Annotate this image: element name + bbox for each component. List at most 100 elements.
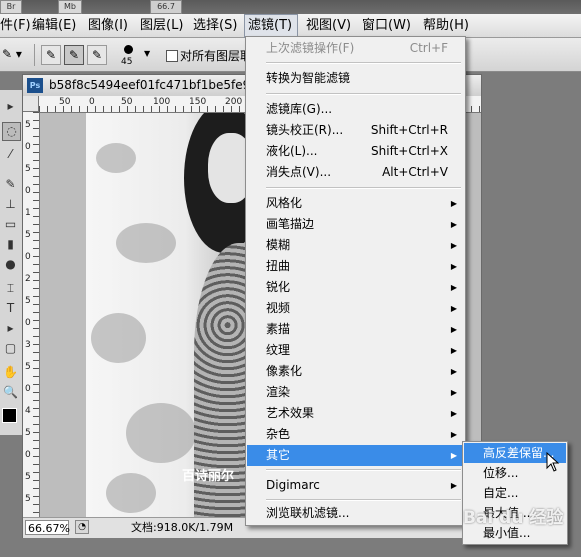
eyedropper-tool-icon[interactable]: ⁄	[2, 146, 19, 163]
convert-smart-filter-item[interactable]: 转换为智能滤镜	[247, 68, 464, 89]
brush-tool-icon[interactable]: ✎	[2, 176, 19, 193]
ruler-label: 0	[25, 142, 31, 152]
menu-select[interactable]: 选择(S)	[193, 14, 237, 38]
ruler-label: 5	[25, 230, 31, 240]
eraser-tool-icon[interactable]: ▭	[2, 216, 19, 233]
filter-menu: 上次滤镜操作(F) Ctrl+F 转换为智能滤镜 滤镜库(G)... 镜头校正(…	[245, 36, 466, 526]
ruler-label: 5	[25, 494, 31, 504]
foliage-shape	[106, 473, 156, 513]
sharpen-item[interactable]: 锐化 ▶	[247, 277, 464, 298]
menu-separator	[266, 469, 461, 471]
status-menu-icon[interactable]: ◔	[75, 520, 89, 534]
menu-item-shortcut: Ctrl+F	[409, 41, 448, 55]
new-selection-icon[interactable]: ✎	[41, 45, 61, 65]
menu-view[interactable]: 视图(V)	[306, 14, 351, 38]
menu-item-label: 液化(L)...	[266, 144, 318, 158]
sketch-item[interactable]: 素描 ▶	[247, 319, 464, 340]
vertical-ruler[interactable]: 5 0 5 0 1 5 0 2 5 0 3 5 0 4 5 0 5 5	[23, 112, 40, 517]
video-item[interactable]: 视频 ▶	[247, 298, 464, 319]
bridge-button[interactable]: Br	[0, 0, 22, 14]
menu-item-label: 渲染	[266, 385, 291, 399]
custom-item[interactable]: 自定...	[464, 483, 566, 503]
vanishing-point-item[interactable]: 消失点(V)... Alt+Ctrl+V	[247, 162, 464, 183]
dodge-tool-icon[interactable]: ●	[2, 256, 19, 273]
menu-item-label: 像素化	[266, 364, 303, 378]
zoom-tool-icon[interactable]: 🔍	[2, 384, 19, 401]
menu-item-label: 其它	[266, 448, 291, 462]
submenu-arrow-icon: ▶	[450, 346, 457, 355]
menu-item-shortcut: Shift+Ctrl+X	[371, 144, 448, 158]
hand-tool-icon[interactable]: ✋	[2, 364, 19, 381]
menu-item-label: 风格化	[266, 196, 303, 210]
submenu-arrow-icon: ▶	[450, 388, 457, 397]
liquify-item[interactable]: 液化(L)... Shift+Ctrl+X	[247, 141, 464, 162]
digimarc-item[interactable]: Digimarc ▶	[247, 475, 464, 496]
foliage-shape	[96, 143, 136, 173]
document-title: b58f8c5494eef01fc471bf1be5fe992	[49, 78, 266, 92]
ruler-label: 5	[25, 362, 31, 372]
menu-item-shortcut: Alt+Ctrl+V	[382, 165, 448, 179]
ruler-label: 1	[25, 208, 31, 218]
menu-separator	[266, 62, 461, 64]
blur-item[interactable]: 模糊 ▶	[247, 235, 464, 256]
ruler-origin[interactable]	[23, 96, 39, 112]
other-item[interactable]: 其它 ▶	[247, 445, 464, 466]
browse-filters-online-item[interactable]: 浏览联机滤镜...	[247, 503, 464, 524]
quick-selection-tool-icon[interactable]: ◌	[2, 122, 21, 141]
foliage-shape	[116, 223, 176, 263]
path-select-tool-icon[interactable]: ▸	[2, 320, 19, 337]
menu-edit[interactable]: 编辑(E)	[32, 14, 76, 38]
menu-image[interactable]: 图像(I)	[88, 14, 128, 38]
chevron-down-icon[interactable]: ▼	[144, 49, 150, 58]
foliage-shape	[91, 313, 146, 363]
ruler-label: 4	[25, 406, 31, 416]
sample-all-layers-checkbox[interactable]	[166, 50, 178, 62]
menu-item-label: 杂色	[266, 427, 291, 441]
last-filter-item[interactable]: 上次滤镜操作(F) Ctrl+F	[247, 38, 464, 59]
menu-item-label: 消失点(V)...	[266, 165, 332, 179]
menu-item-label: Digimarc	[266, 478, 320, 492]
ruler-ticks	[33, 112, 39, 517]
menu-item-label: 艺术效果	[266, 406, 315, 420]
render-item[interactable]: 渲染 ▶	[247, 382, 464, 403]
pixelate-item[interactable]: 像素化 ▶	[247, 361, 464, 382]
stylize-item[interactable]: 风格化 ▶	[247, 193, 464, 214]
mini-bridge-button[interactable]: Mb	[58, 0, 82, 14]
brush-picker[interactable]: 45	[118, 43, 140, 69]
tool-preset-icon[interactable]: ✎ ▾	[2, 47, 22, 61]
ruler-label: 0	[25, 384, 31, 394]
pen-tool-icon[interactable]: ⌶	[2, 280, 19, 297]
menu-file[interactable]: 件(F)	[0, 14, 31, 38]
artistic-item[interactable]: 艺术效果 ▶	[247, 403, 464, 424]
menu-help[interactable]: 帮助(H)	[423, 14, 469, 38]
submenu-arrow-icon: ▶	[450, 304, 457, 313]
shape-tool-icon[interactable]: ▢	[2, 340, 19, 357]
sample-all-layers-label: 对所有图层取	[180, 49, 253, 63]
menu-window[interactable]: 窗口(W)	[362, 14, 411, 38]
menu-filter[interactable]: 滤镜(T)	[244, 14, 298, 38]
noise-item[interactable]: 杂色 ▶	[247, 424, 464, 445]
filter-gallery-item[interactable]: 滤镜库(G)...	[247, 99, 464, 120]
ruler-label: 5	[25, 120, 31, 130]
subtract-selection-icon[interactable]: ✎	[87, 45, 107, 65]
lens-correction-item[interactable]: 镜头校正(R)... Shift+Ctrl+R	[247, 120, 464, 141]
ruler-label: 5	[25, 164, 31, 174]
add-selection-icon[interactable]: ✎	[64, 45, 84, 65]
type-tool-icon[interactable]: T	[2, 300, 19, 317]
zoom-input[interactable]: 66.67%	[25, 520, 70, 535]
menu-layer[interactable]: 图层(L)	[140, 14, 183, 38]
brush-strokes-item[interactable]: 画笔描边 ▶	[247, 214, 464, 235]
distort-item[interactable]: 扭曲 ▶	[247, 256, 464, 277]
menu-item-label: 锐化	[266, 280, 291, 294]
submenu-arrow-icon: ▶	[450, 481, 457, 490]
stamp-tool-icon[interactable]: ⊥	[2, 196, 19, 213]
texture-item[interactable]: 纹理 ▶	[247, 340, 464, 361]
move-tool-icon[interactable]: ▸	[2, 98, 19, 115]
submenu-arrow-icon: ▶	[450, 220, 457, 229]
menu-item-label: 上次滤镜操作(F)	[266, 41, 355, 55]
zoom-level-field[interactable]: 66.7	[150, 0, 182, 14]
menu-separator	[266, 93, 461, 95]
mouse-cursor-icon	[546, 452, 560, 472]
foreground-color-swatch[interactable]	[2, 408, 17, 423]
gradient-tool-icon[interactable]: ▮	[2, 236, 19, 253]
